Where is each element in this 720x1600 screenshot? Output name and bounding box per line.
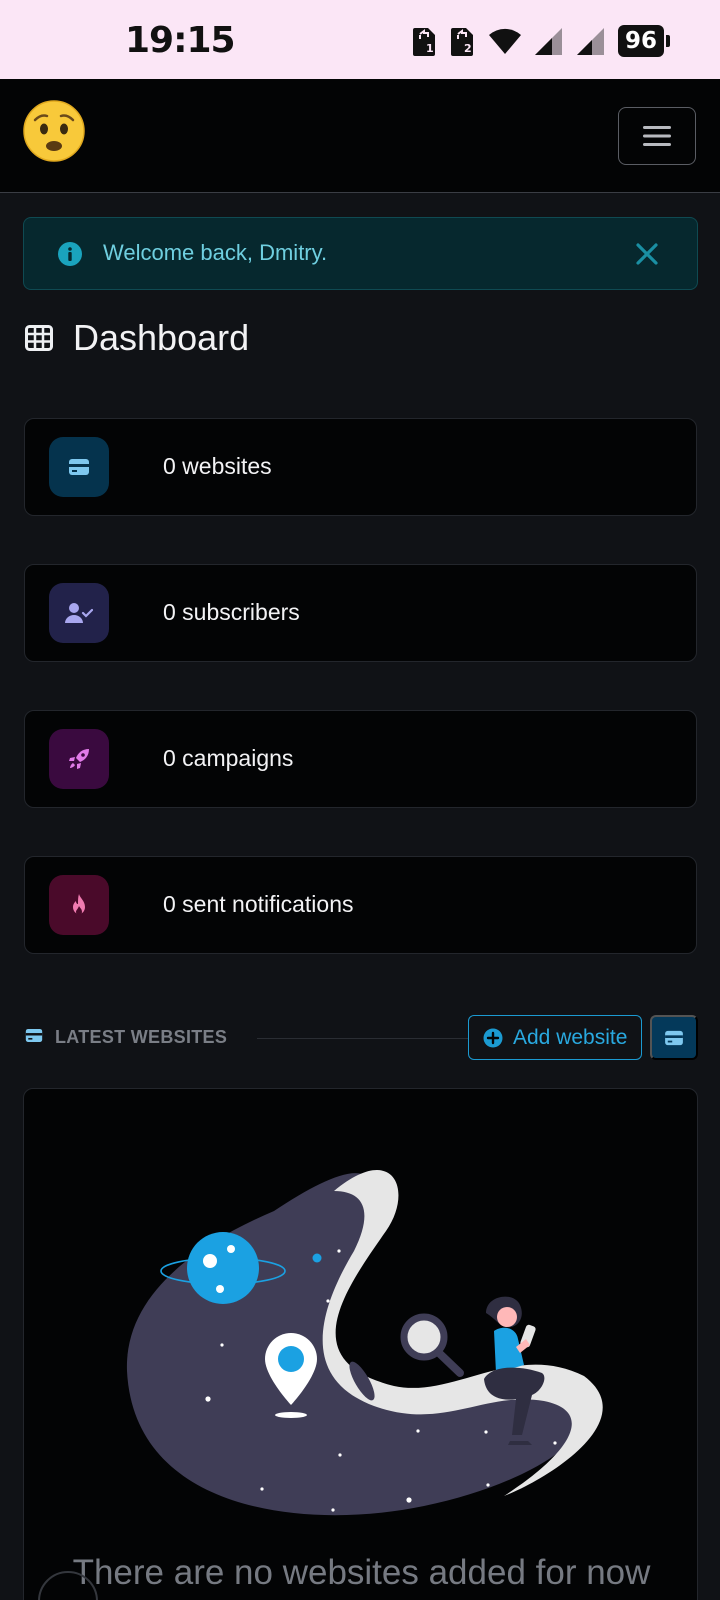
welcome-message: Welcome back, Dmitry. [103,240,328,265]
sim1-icon: 1 [413,28,435,56]
rocket-icon [69,749,89,769]
website-card-icon [665,1030,683,1045]
signal-icon-2 [577,28,604,55]
section-divider [257,1038,469,1039]
page-heading: Dashboard [25,313,249,363]
fire-icon [73,894,85,915]
stat-label: 0 campaigns [163,745,294,771]
website-card-icon [69,459,89,475]
empty-state-text: There are no websites added for now [72,1553,651,1592]
status-bar: 19:15 1 2 96 [0,0,720,79]
close-icon[interactable] [633,240,661,268]
page-title: Dashboard [73,317,250,358]
sim2-icon: 2 [451,28,473,56]
websites-list-button[interactable] [650,1015,698,1060]
info-icon [58,242,82,266]
stat-card-websites[interactable]: 0 websites [24,418,697,516]
add-website-label: Add website [513,1025,628,1049]
status-time: 19:15 [125,20,236,61]
stat-card-subscribers[interactable]: 0 subscribers [24,564,697,662]
stat-badge [49,875,109,935]
stat-card-notifications[interactable]: 0 sent notifications [24,856,697,954]
plus-circle-icon [483,1028,503,1047]
website-card-icon [25,1028,43,1043]
stat-card-campaigns[interactable]: 0 campaigns [24,710,697,808]
stat-badge [49,437,109,497]
table-grid-icon [25,325,53,351]
stat-badge [49,583,109,643]
menu-toggle-button[interactable] [618,107,696,165]
user-check-icon [65,603,93,623]
welcome-alert: Welcome back, Dmitry. [23,217,698,290]
svg-text:2: 2 [464,42,472,55]
add-website-button[interactable]: Add website [468,1015,642,1060]
worried-face-emoji[interactable] [22,99,86,163]
battery-indicator: 96 [618,25,670,57]
section-title: LATEST WEBSITES [55,1027,228,1047]
svg-text:1: 1 [426,42,434,55]
stat-label: 0 websites [163,453,272,479]
signal-icon [535,28,562,55]
wifi-icon [489,28,521,54]
empty-state-panel: There are no websites added for now [23,1088,698,1600]
stat-badge [49,729,109,789]
hamburger-menu-icon [643,126,671,146]
status-icons: 1 2 96 [412,24,670,58]
stat-label: 0 sent notifications [163,891,354,917]
stat-label: 0 subscribers [163,599,300,625]
top-navbar [0,79,720,193]
latest-websites-header: LATEST WEBSITES Add website [25,1015,698,1061]
space-explorer-illustration [126,1170,603,1516]
